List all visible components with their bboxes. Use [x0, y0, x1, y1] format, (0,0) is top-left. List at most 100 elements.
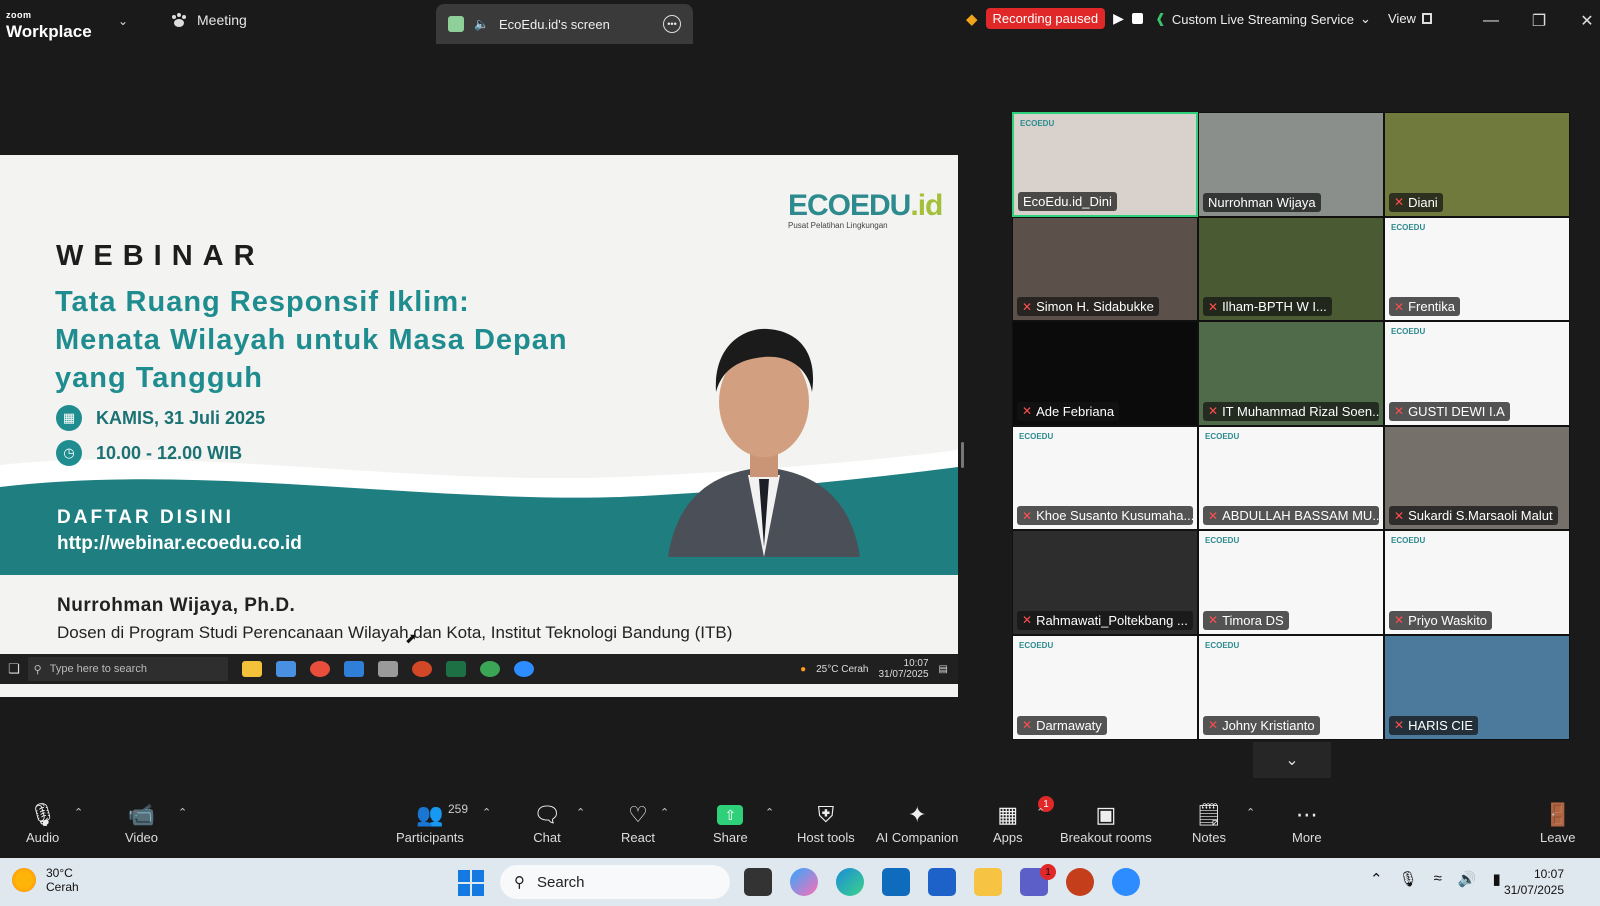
- participant-tile[interactable]: ✕ Rahmawati_Poltekbang ...: [1012, 530, 1198, 635]
- participant-tile[interactable]: ECOEDU ✕ Johny Kristianto: [1198, 634, 1384, 740]
- chevron-down-icon[interactable]: ⌄: [118, 14, 128, 28]
- powerpoint-icon[interactable]: [1066, 868, 1094, 896]
- share-button[interactable]: ⇧ Share: [713, 800, 748, 845]
- close-icon[interactable]: ✕: [1574, 8, 1600, 34]
- breakout-label: Breakout rooms: [1060, 830, 1152, 845]
- participant-tile[interactable]: ECOEDU ✕ Timora DS: [1198, 530, 1384, 635]
- notification-icon: ▤: [938, 663, 948, 675]
- tile-logo: ECOEDU: [1391, 536, 1426, 546]
- participant-tile[interactable]: ECOEDU EcoEdu.id_Dini: [1012, 112, 1198, 217]
- shared-search-box: ⚲ Type here to search: [27, 657, 228, 681]
- participant-tile[interactable]: ✕ IT Muhammad Rizal Soen...: [1198, 321, 1384, 426]
- restore-icon[interactable]: ❐: [1526, 8, 1552, 34]
- apps-button[interactable]: ▦ Apps: [993, 800, 1023, 845]
- participant-tile[interactable]: ✕ Diani: [1384, 112, 1570, 217]
- participant-name-text: Frentika: [1408, 299, 1456, 315]
- participant-name: ✕ ABDULLAH BASSAM MU...: [1203, 506, 1379, 526]
- video-button[interactable]: 📹 Video: [125, 800, 158, 845]
- participant-name-text: Priyo Waskito: [1408, 612, 1488, 628]
- taskbar-clock[interactable]: 10:07 31/07/2025: [1504, 866, 1564, 898]
- speaker-photo: [668, 328, 860, 557]
- more-options-icon[interactable]: •••: [663, 15, 681, 33]
- file-explorer-icon[interactable]: [974, 868, 1002, 896]
- copilot-icon[interactable]: [790, 868, 818, 896]
- weather-widget[interactable]: 30°C Cerah: [12, 866, 79, 894]
- outlook-icon[interactable]: [882, 868, 910, 896]
- host-tools-button[interactable]: ⛨ Host tools: [797, 800, 855, 845]
- wifi-icon[interactable]: ≈: [1434, 870, 1442, 888]
- windows-start-icon[interactable]: [458, 870, 484, 896]
- participant-tile[interactable]: ECOEDU ✕ Frentika: [1384, 216, 1570, 322]
- notes-button[interactable]: 🗒 Notes: [1192, 800, 1226, 845]
- participant-tile[interactable]: ECOEDU ✕ Khoe Susanto Kusumaha...: [1012, 425, 1198, 531]
- resize-handle[interactable]: [961, 442, 964, 468]
- chevron-up-icon[interactable]: ⌃: [1370, 870, 1383, 888]
- breakout-grid-icon: ▣: [1095, 802, 1117, 827]
- date-row: ▦ KAMIS, 31 Juli 2025: [56, 405, 265, 431]
- participant-tile[interactable]: ✕ Simon H. Sidabukke: [1012, 216, 1198, 322]
- taskbar-search-label: Search: [537, 873, 585, 891]
- more-button[interactable]: ⋯ More: [1292, 800, 1322, 845]
- participants-count: 259: [448, 802, 469, 816]
- shared-clock: 10:07 31/07/2025: [878, 658, 928, 680]
- participant-tile[interactable]: ✕ Ilham-BPTH W I...: [1198, 216, 1384, 322]
- resume-recording-icon[interactable]: ▶: [1113, 10, 1124, 27]
- participant-name: ✕ IT Muhammad Rizal Soen...: [1203, 401, 1379, 421]
- participant-tile[interactable]: ECOEDU ✕ Priyo Waskito: [1384, 530, 1570, 635]
- video-options-caret[interactable]: ⌃: [178, 806, 187, 819]
- pen-app-icon[interactable]: [928, 868, 956, 896]
- participant-tile[interactable]: ✕ HARIS CIE: [1384, 634, 1570, 740]
- minimize-icon[interactable]: —: [1478, 8, 1504, 34]
- audio-options-caret[interactable]: ⌃: [74, 806, 83, 819]
- task-view-icon[interactable]: [744, 868, 772, 896]
- muted-mic-icon: ✕: [1394, 299, 1405, 314]
- participant-name: ✕ Darmawaty: [1017, 715, 1107, 735]
- leave-icon: 🚪: [1544, 802, 1572, 827]
- apps-icon: ▦: [997, 802, 1019, 827]
- live-stream-menu[interactable]: ❰ Custom Live Streaming Service ⌄: [1155, 11, 1371, 27]
- participant-tile[interactable]: ECOEDU ✕ GUSTI DEWI I.A: [1384, 321, 1570, 426]
- breakout-rooms-button[interactable]: ▣ Breakout rooms: [1060, 800, 1152, 845]
- volume-icon[interactable]: 🔊: [1458, 870, 1477, 888]
- app-icon: [448, 16, 464, 32]
- zoom-icon[interactable]: [1112, 868, 1140, 896]
- tile-logo: ECOEDU: [1391, 222, 1426, 232]
- ai-companion-button[interactable]: ✦ AI Companion: [876, 800, 958, 845]
- participant-tile[interactable]: ✕ Ade Febriana: [1012, 321, 1198, 426]
- microphone-tray-icon[interactable]: 🎙: [1399, 870, 1418, 888]
- notes-options-caret[interactable]: ⌃: [1246, 806, 1255, 819]
- muted-mic-icon: ✕: [1022, 404, 1033, 419]
- muted-mic-icon: ✕: [1394, 613, 1405, 628]
- chat-icon: 🗨: [533, 802, 561, 827]
- participant-tile[interactable]: ✕ Sukardi S.Marsaoli Malut: [1384, 425, 1570, 531]
- participants-options-caret[interactable]: ⌃: [482, 806, 491, 819]
- react-button[interactable]: ♡ React: [621, 800, 655, 845]
- battery-icon[interactable]: ▮: [1493, 870, 1501, 888]
- share-options-caret[interactable]: ⌃: [765, 806, 774, 819]
- gallery-next-page-button[interactable]: ⌄: [1253, 742, 1331, 778]
- participant-tile[interactable]: ECOEDU ✕ ABDULLAH BASSAM MU...: [1198, 425, 1384, 531]
- edge-icon[interactable]: [836, 868, 864, 896]
- view-button[interactable]: View: [1388, 11, 1432, 26]
- zoom-workplace-logo[interactable]: zoom Workplace: [6, 6, 92, 41]
- participant-tile[interactable]: Nurrohman Wijaya: [1198, 112, 1384, 217]
- apps-options-caret[interactable]: ⌃: [1036, 806, 1045, 819]
- audio-button[interactable]: 🎙 Audio: [26, 800, 59, 845]
- participant-tile[interactable]: ECOEDU ✕ Darmawaty: [1012, 634, 1198, 740]
- chat-button[interactable]: 🗨 Chat: [533, 800, 561, 845]
- participant-name: ✕ Khoe Susanto Kusumaha...: [1017, 506, 1193, 526]
- shared-screen-tab[interactable]: 🔈 EcoEdu.id's screen •••: [436, 4, 693, 44]
- react-options-caret[interactable]: ⌃: [660, 806, 669, 819]
- ecoedu-logo: ECOEDU.id Pusat Pelatihan Lingkungan: [788, 189, 943, 230]
- taskbar-search[interactable]: ⚲ Search: [500, 865, 730, 899]
- shield-icon[interactable]: ◆: [966, 10, 978, 28]
- muted-mic-icon: ✕: [1022, 613, 1033, 628]
- webinar-kicker: WEBINAR: [56, 240, 265, 272]
- chat-options-caret[interactable]: ⌃: [576, 806, 585, 819]
- speaker-icon: 🔈: [474, 17, 489, 31]
- stop-recording-icon[interactable]: [1131, 13, 1143, 24]
- meeting-tab[interactable]: Meeting: [170, 12, 247, 28]
- chevron-down-icon: ⌄: [1359, 11, 1371, 26]
- leave-button[interactable]: 🚪 Leave: [1540, 800, 1575, 845]
- share-tab-title: EcoEdu.id's screen: [498, 16, 610, 32]
